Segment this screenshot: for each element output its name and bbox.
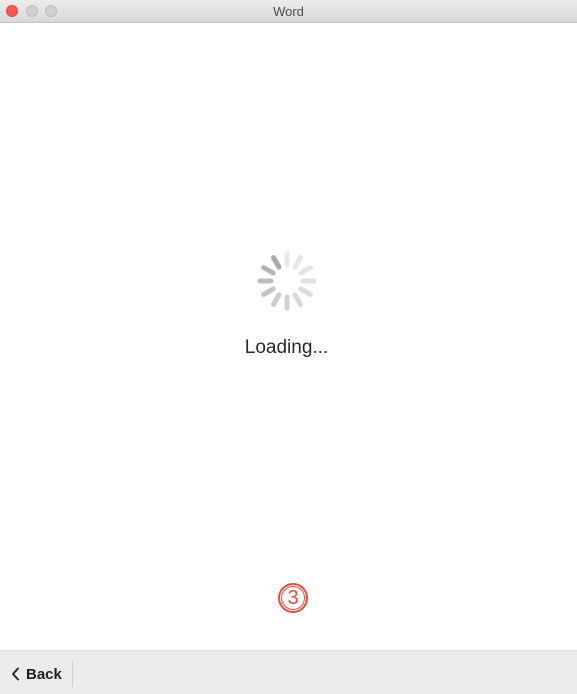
spinner-spoke — [261, 265, 276, 276]
step-number-badge: 3 — [278, 583, 308, 613]
window-title: Word — [273, 4, 304, 19]
spinner-spoke — [298, 286, 313, 297]
spinner-spoke — [271, 255, 282, 270]
spinner-spoke — [292, 255, 303, 270]
spinner-spoke — [271, 292, 282, 307]
back-button-label: Back — [26, 665, 62, 683]
loading-spinner-icon — [257, 251, 317, 311]
chevron-left-icon — [12, 667, 19, 681]
spinner-spoke — [261, 286, 276, 297]
back-button[interactable]: Back — [0, 661, 73, 687]
main-content: Loading... 3 — [0, 23, 577, 650]
bottom-bar: Back — [0, 650, 577, 694]
spinner-spoke — [298, 265, 313, 276]
loading-text: Loading... — [244, 337, 329, 358]
word-window: Word Loading... 3 Back — [0, 0, 577, 694]
title-bar: Word — [0, 0, 577, 23]
spinner-spoke — [292, 292, 303, 307]
step-number: 3 — [287, 587, 299, 609]
